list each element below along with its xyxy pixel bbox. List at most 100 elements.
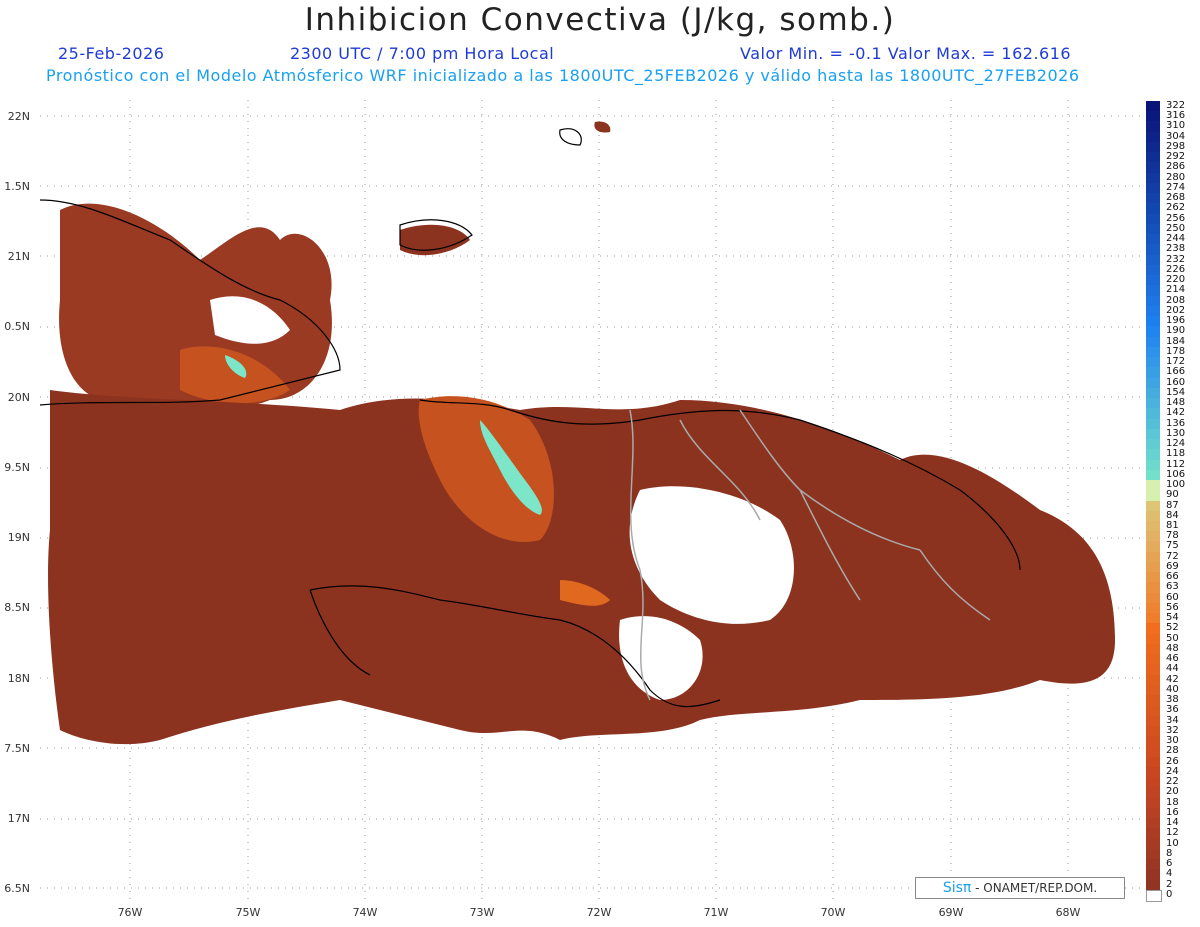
colorbar-cell xyxy=(1146,162,1160,174)
colorbar-label: 52 xyxy=(1166,622,1179,634)
colorbar-cell xyxy=(1146,172,1160,184)
lat-label-18-5n: 8.5N xyxy=(4,601,30,614)
forecast-date: 25-Feb-2026 xyxy=(58,44,165,63)
colorbar-label: 238 xyxy=(1166,243,1186,255)
colorbar-label: 75 xyxy=(1166,540,1179,552)
colorbar-cell xyxy=(1146,305,1160,317)
colorbar-cell xyxy=(1146,459,1160,471)
colorbar-label: 12 xyxy=(1166,827,1179,839)
lat-label-17n: 17N xyxy=(7,812,30,825)
lat-label-22n: 22N xyxy=(7,110,30,123)
lat-label-17-5n: 7.5N xyxy=(4,742,30,755)
colorbar-cell xyxy=(1146,551,1160,563)
colorbar-cell xyxy=(1146,510,1160,522)
colorbar-label: 2 xyxy=(1166,878,1173,890)
forecast-description: Pronóstico con el Modelo Atmósferico WRF… xyxy=(46,66,1080,85)
colorbar-cell xyxy=(1146,244,1160,256)
lat-label-18n: 18N xyxy=(7,672,30,685)
colorbar-cell xyxy=(1146,367,1160,379)
colorbar-cell xyxy=(1146,756,1160,768)
colorbar-cell xyxy=(1146,889,1162,903)
colorbar-cell xyxy=(1146,602,1160,614)
colorbar-label: 4 xyxy=(1166,868,1173,880)
colorbar-cell xyxy=(1146,541,1160,553)
colorbar-label: 20 xyxy=(1166,786,1179,798)
lon-label-73w: 73W xyxy=(469,906,495,919)
colorbar-cell xyxy=(1146,428,1160,440)
colorbar-cell xyxy=(1146,141,1160,153)
colorbar-cell xyxy=(1146,213,1160,225)
colorbar-cell xyxy=(1146,520,1160,532)
colorbar-cell xyxy=(1146,818,1160,829)
colorbar-label: 118 xyxy=(1166,448,1186,460)
colorbar-cell xyxy=(1146,449,1160,461)
colorbar-cell xyxy=(1146,193,1160,204)
colorbar-label: 190 xyxy=(1166,325,1186,337)
colorbar-cell xyxy=(1146,346,1160,358)
colorbar-cell xyxy=(1146,623,1160,635)
colorbar-cell xyxy=(1146,787,1160,799)
colorbar-label: 28 xyxy=(1166,745,1179,757)
colorbar-cell xyxy=(1146,182,1160,194)
colorbar-cell xyxy=(1146,203,1160,215)
brand-sis: Sisπ xyxy=(942,880,972,896)
colorbar-cell xyxy=(1146,654,1160,665)
colorbar-label: 63 xyxy=(1166,581,1179,593)
lon-label-75w: 75W xyxy=(235,906,261,919)
colorbar-cell xyxy=(1146,746,1160,758)
colorbar-cell xyxy=(1146,582,1160,594)
colorbar-cell xyxy=(1146,766,1160,778)
lon-label-68w: 68W xyxy=(1055,906,1081,919)
colorbar-cell xyxy=(1146,285,1160,297)
colorbar-cell xyxy=(1146,254,1160,266)
colorbar-cell xyxy=(1146,643,1160,655)
colorbar-cell xyxy=(1146,111,1160,122)
colorbar-cell xyxy=(1146,572,1160,583)
lat-label-21n: 21N xyxy=(7,250,30,263)
colorbar-cell xyxy=(1146,828,1160,840)
colorbar-cell xyxy=(1146,357,1160,368)
colorbar-cell xyxy=(1146,869,1160,880)
colorbar-cell xyxy=(1146,234,1160,245)
colorbar-label: 87 xyxy=(1166,499,1179,511)
colorbar-cell xyxy=(1146,592,1160,604)
colorbar-cell xyxy=(1146,736,1160,747)
colorbar-cell xyxy=(1146,480,1160,491)
colorbar-cell xyxy=(1146,561,1160,573)
colorbar-cell xyxy=(1146,326,1160,338)
brand-box: Sisπ - ONAMET/REP.DOM. xyxy=(915,877,1125,899)
colorbar-cell xyxy=(1146,408,1160,420)
colorbar-cell xyxy=(1146,316,1160,327)
colorbar-cell xyxy=(1146,613,1160,624)
colorbar-cell xyxy=(1146,264,1160,276)
colorbar-cell xyxy=(1146,838,1160,850)
colorbar-cell xyxy=(1146,705,1160,717)
colorbar-cell xyxy=(1146,859,1160,870)
colorbar-cell xyxy=(1146,469,1160,481)
colorbar-label: 0 xyxy=(1166,888,1173,900)
colorbar-cell xyxy=(1146,715,1160,727)
colorbar-cell xyxy=(1146,295,1160,307)
lon-label-72w: 72W xyxy=(586,906,612,919)
colorbar-cell xyxy=(1146,387,1160,399)
colorbar-label: 262 xyxy=(1166,202,1186,214)
colorbar-cell xyxy=(1146,684,1160,696)
colorbar-label: 310 xyxy=(1166,120,1186,132)
map-plot xyxy=(40,100,1140,900)
colorbar-cell xyxy=(1146,336,1160,348)
colorbar-cell xyxy=(1146,531,1160,542)
lon-label-74w: 74W xyxy=(352,906,378,919)
colorbar-label: 44 xyxy=(1166,663,1179,675)
lat-label-19-5n: 9.5N xyxy=(4,461,30,474)
colorbar-label: 142 xyxy=(1166,407,1186,419)
lat-label-20-5n: 0.5N xyxy=(4,320,30,333)
colorbar-cell xyxy=(1146,879,1160,891)
colorbar xyxy=(1146,101,1162,903)
colorbar-label: 214 xyxy=(1166,284,1186,296)
forecast-time: 2300 UTC / 7:00 pm Hora Local xyxy=(290,44,555,63)
colorbar-cell xyxy=(1146,500,1160,512)
lat-label-16-5n: 6.5N xyxy=(4,882,30,895)
map-title: Inhibicion Convectiva (J/kg, somb.) xyxy=(304,2,896,38)
min-max-values: Valor Min. = -0.1 Valor Max. = 162.616 xyxy=(740,44,1072,63)
colorbar-cell xyxy=(1146,777,1160,788)
